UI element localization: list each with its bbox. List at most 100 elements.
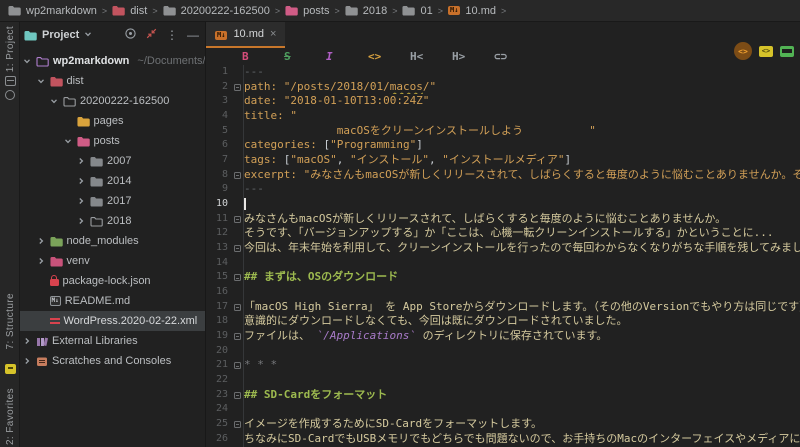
editor-line[interactable]: 9--- <box>206 182 800 197</box>
editor-line[interactable]: 8excerpt: "みなさんもmacOSが新しくリリースされて、しばらくすると… <box>206 168 800 183</box>
editor-line[interactable]: 7tags: ["macOS", "インストール", "インストールメディア"] <box>206 153 800 168</box>
chevron-down-icon[interactable] <box>22 57 32 65</box>
link-button[interactable]: ⊂⊃ <box>494 50 536 64</box>
hide-panel-button[interactable]: — <box>187 30 199 40</box>
bold-button[interactable]: B <box>242 50 284 64</box>
tree-item-readme-md[interactable]: M↓README.md <box>20 291 205 311</box>
editor-line[interactable]: 4title: " <box>206 109 800 124</box>
fold-marker[interactable] <box>230 216 244 223</box>
editor-line[interactable]: 25イメージを作成するためにSD-Cardをフォーマットします。 <box>206 417 800 432</box>
chevron-right-icon[interactable] <box>76 177 86 185</box>
tree-item-2018[interactable]: 2018 <box>20 211 205 231</box>
collapse-all-button[interactable] <box>146 28 157 42</box>
editor-line[interactable]: 16 <box>206 285 800 300</box>
editor-line[interactable]: 20 <box>206 344 800 359</box>
editor-tab-10md[interactable]: M↓ 10.md × <box>206 22 285 48</box>
tree-item-posts[interactable]: posts <box>20 131 205 151</box>
editor-line[interactable]: 13今回は、年末年始を利用して、クリーンインストールを行ったので毎回わからなくな… <box>206 241 800 256</box>
tool-window-tab-structure[interactable]: 7: Structure <box>5 293 16 350</box>
italic-button[interactable]: I <box>326 50 368 64</box>
tree-item-scratches-and-consoles[interactable]: Scratches and Consoles <box>20 351 205 371</box>
fold-marker[interactable] <box>230 84 244 91</box>
fold-marker[interactable] <box>230 245 244 252</box>
show-editor-only-button[interactable]: <> <box>734 42 752 60</box>
editor-content[interactable]: 1---2path: "/posts/2018/01/macos/"3date:… <box>206 65 800 447</box>
editor-line[interactable]: 11みなさんもmacOSが新しくリリースされて、しばらくすると毎度のように悩むこ… <box>206 212 800 227</box>
locate-file-button[interactable] <box>124 27 137 43</box>
fold-marker[interactable] <box>230 362 244 369</box>
tree-item-2007[interactable]: 2007 <box>20 151 205 171</box>
code-span-button[interactable]: <> <box>368 50 410 64</box>
tree-item-wordpress-2020-02-22-xml[interactable]: WordPress.2020-02-22.xml <box>20 311 205 331</box>
editor-line[interactable]: 12そうです、「バージョンアップする」か「ここは、心機一転クリーンインストールす… <box>206 226 800 241</box>
chevron-down-icon[interactable] <box>49 97 59 105</box>
editor-line[interactable]: 15## まずは、OSのダウンロード <box>206 270 800 285</box>
tool-window-tab-favorites[interactable]: 2: Favorites <box>5 388 16 445</box>
fold-marker[interactable] <box>230 172 244 179</box>
chevron-down-icon[interactable] <box>84 29 92 41</box>
editor-line[interactable]: 17「macOS High Sierra」 を App Storeからダウンロー… <box>206 300 800 315</box>
show-editor-and-preview-button[interactable]: <> <box>759 46 773 57</box>
editor-line[interactable]: 24 <box>206 402 800 417</box>
header-increase-button[interactable]: H> <box>452 50 494 64</box>
fold-marker[interactable] <box>230 333 244 340</box>
breadcrumb-item[interactable]: posts <box>285 5 329 17</box>
tool-window-tab-project[interactable]: 1: Project <box>5 26 16 72</box>
project-tool-icon[interactable] <box>5 76 16 86</box>
breadcrumb-item[interactable]: wp2markdown <box>8 5 97 17</box>
breadcrumb-item[interactable]: 2018 <box>345 5 387 17</box>
editor-line[interactable]: 22 <box>206 373 800 388</box>
editor-line[interactable]: 21* * * <box>206 358 800 373</box>
editor-line[interactable]: 26ちなみにSD-CardでもUSBメモリでもどちらでも問題ないので、お手持ちの… <box>206 432 800 447</box>
chevron-right-icon[interactable] <box>22 337 32 345</box>
commit-tool-icon[interactable] <box>5 90 15 100</box>
tree-item-label: External Libraries <box>52 335 138 347</box>
tree-item-2014[interactable]: 2014 <box>20 171 205 191</box>
tree-item-20200222-162500[interactable]: 20200222-162500 <box>20 91 205 111</box>
tree-item-2017[interactable]: 2017 <box>20 191 205 211</box>
structure-tool-icon[interactable] <box>5 364 16 374</box>
breadcrumb-item[interactable]: M↓10.md <box>448 5 496 17</box>
breadcrumb-item[interactable]: 01 <box>402 5 432 17</box>
editor-line[interactable]: 14 <box>206 256 800 271</box>
fold-marker[interactable] <box>230 421 244 428</box>
strikethrough-button[interactable]: S <box>284 50 326 64</box>
close-icon[interactable]: × <box>270 28 276 40</box>
editor-line[interactable]: 2path: "/posts/2018/01/macos/" <box>206 80 800 95</box>
chevron-right-icon[interactable] <box>76 197 86 205</box>
tree-item-dist[interactable]: dist <box>20 71 205 91</box>
breadcrumb-item[interactable]: 20200222-162500 <box>163 5 270 17</box>
chevron-right-icon[interactable] <box>76 157 86 165</box>
editor-line[interactable]: 1--- <box>206 65 800 80</box>
editor-line[interactable]: 10 <box>206 197 800 212</box>
tree-item-pages[interactable]: pages <box>20 111 205 131</box>
project-panel-title[interactable]: Project <box>42 29 79 41</box>
breadcrumb-item[interactable]: dist <box>112 5 147 17</box>
chevron-right-icon[interactable] <box>76 217 86 225</box>
text-segment: , <box>429 153 442 166</box>
chevron-down-icon[interactable] <box>36 77 46 85</box>
fold-marker[interactable] <box>230 304 244 311</box>
editor-line[interactable]: 18意識的にダウンロードしなくても、今回は既にダウンロードされていました。 <box>206 314 800 329</box>
tree-item-external-libraries[interactable]: External Libraries <box>20 331 205 351</box>
tree-item-label: dist <box>67 75 84 87</box>
chevron-right-icon[interactable] <box>36 257 46 265</box>
chevron-right-icon[interactable] <box>36 237 46 245</box>
editor-line[interactable]: 19ファイルは、 `/Applications` のディレクトリに保存されていま… <box>206 329 800 344</box>
tree-item-venv[interactable]: venv <box>20 251 205 271</box>
show-preview-only-button[interactable] <box>780 46 794 57</box>
tree-item-package-lock-json[interactable]: package-lock.json <box>20 271 205 291</box>
editor-line[interactable]: 23## SD-Cardをフォーマット <box>206 388 800 403</box>
line-text: ファイルは、 `/Applications` のディレクトリに保存されています。 <box>244 329 607 344</box>
editor-line[interactable]: 3date: "2018-01-10T13:00:24Z" <box>206 94 800 109</box>
editor-line[interactable]: 5 macOSをクリーンインストールしよう " <box>206 124 800 139</box>
editor-line[interactable]: 6categories: ["Programming"] <box>206 138 800 153</box>
tree-item-wp2markdown[interactable]: wp2markdown~/Documents/D <box>20 51 205 71</box>
header-decrease-button[interactable]: H< <box>410 50 452 64</box>
fold-marker[interactable] <box>230 274 244 281</box>
chevron-down-icon[interactable] <box>63 137 73 145</box>
more-options-button[interactable]: ⋮ <box>166 30 178 40</box>
fold-marker[interactable] <box>230 392 244 399</box>
chevron-right-icon[interactable] <box>22 357 32 365</box>
tree-item-node-modules[interactable]: node_modules <box>20 231 205 251</box>
